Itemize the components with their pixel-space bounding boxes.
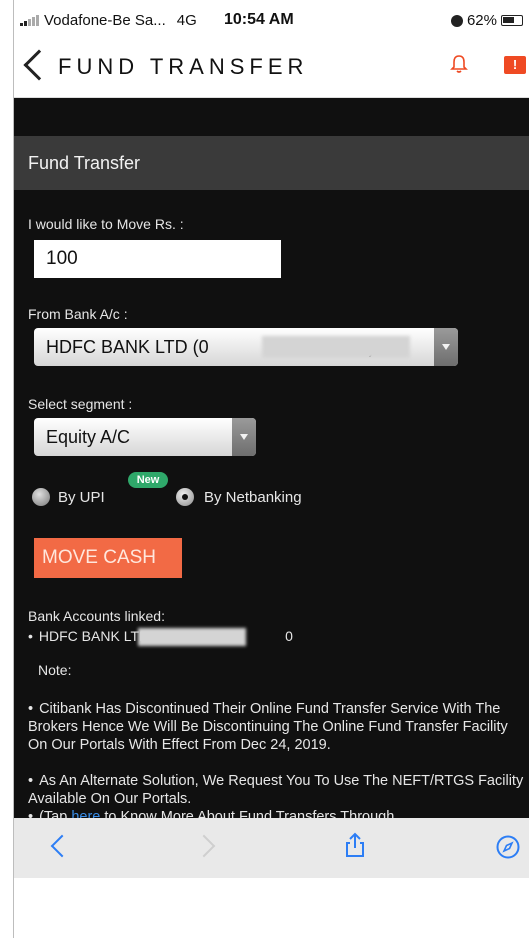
redacted-account-number [262,336,410,358]
section-title: Fund Transfer [28,153,141,173]
battery-icon [501,15,523,26]
segment-label: Select segment : [28,396,133,412]
network-type: 4G [176,12,197,29]
section-header: Fund Transfer [14,136,529,190]
bottom-area [14,878,529,938]
carrier-name: Vodafone-Be Sa... [44,12,166,29]
chevron-down-icon [232,418,256,456]
linked-account-suffix: 0 [285,628,293,644]
note-item-2: As An Alternate Solution, We Request You… [28,772,524,808]
battery-percent: 62% [466,12,497,29]
note-item-1-text: Citibank Has Discontinued Their Online F… [28,701,508,753]
note-item-3: (Tap here to Know More About Fund Transf… [28,808,524,818]
status-bar: Vodafone-Be Sa... 4G 10:54 AM 62% [14,6,529,36]
note-item-1: Citibank Has Discontinued Their Online F… [28,700,524,754]
screen-left-edge [0,0,14,938]
payment-method-group: By UPI New By Netbanking [30,472,510,514]
new-badge: New [128,472,168,488]
note-item-3-prefix: (Tap [28,809,71,818]
from-bank-select[interactable]: HDFC BANK LTD (00) [34,328,458,366]
carrier-info: Vodafone-Be Sa... 4G [20,12,197,29]
signal-icon [20,15,39,26]
move-cash-button[interactable]: MOVE CASH [34,538,182,578]
app-nav-bar: FUND TRANSFER ! [14,36,529,98]
note-item-2-text: As An Alternate Solution, We Request You… [28,773,523,807]
clock: 10:54 AM [224,11,294,28]
browser-toolbar [14,818,529,878]
segment-value: Equity A/C [46,427,131,447]
radio-upi-label[interactable]: By UPI [58,489,105,506]
note-item-3-suffix: to Know More About Fund Transfers Throug… [100,809,395,818]
linked-accounts-heading: Bank Accounts linked: [28,608,165,624]
browser-forward-icon[interactable] [192,834,216,858]
amount-label: I would like to Move Rs. : [28,216,184,232]
chevron-left-icon[interactable] [23,49,55,81]
radio-netbanking[interactable] [176,488,194,506]
share-icon[interactable] [344,832,366,858]
page-title: FUND TRANSFER [58,54,309,79]
radio-upi[interactable] [32,488,50,506]
radio-netbanking-label[interactable]: By Netbanking [204,489,302,506]
from-bank-value-prefix: HDFC BANK LTD (0 [46,337,209,357]
browser-back-icon[interactable] [50,834,74,858]
alarm-icon [450,14,463,27]
compass-icon[interactable] [496,835,520,859]
here-link[interactable]: here [71,809,100,818]
note-heading: Note: [38,662,72,678]
from-bank-label: From Bank A/c : [28,306,128,322]
chevron-down-icon [434,328,458,366]
amount-input[interactable] [34,240,281,278]
bell-icon[interactable] [450,54,468,74]
fund-transfer-content: Fund Transfer I would like to Move Rs. :… [14,98,529,818]
segment-select[interactable]: Equity A/C [34,418,256,456]
alert-icon[interactable]: ! [504,56,526,74]
redacted-linked-account [138,628,246,646]
battery-info: 62% [450,12,523,29]
